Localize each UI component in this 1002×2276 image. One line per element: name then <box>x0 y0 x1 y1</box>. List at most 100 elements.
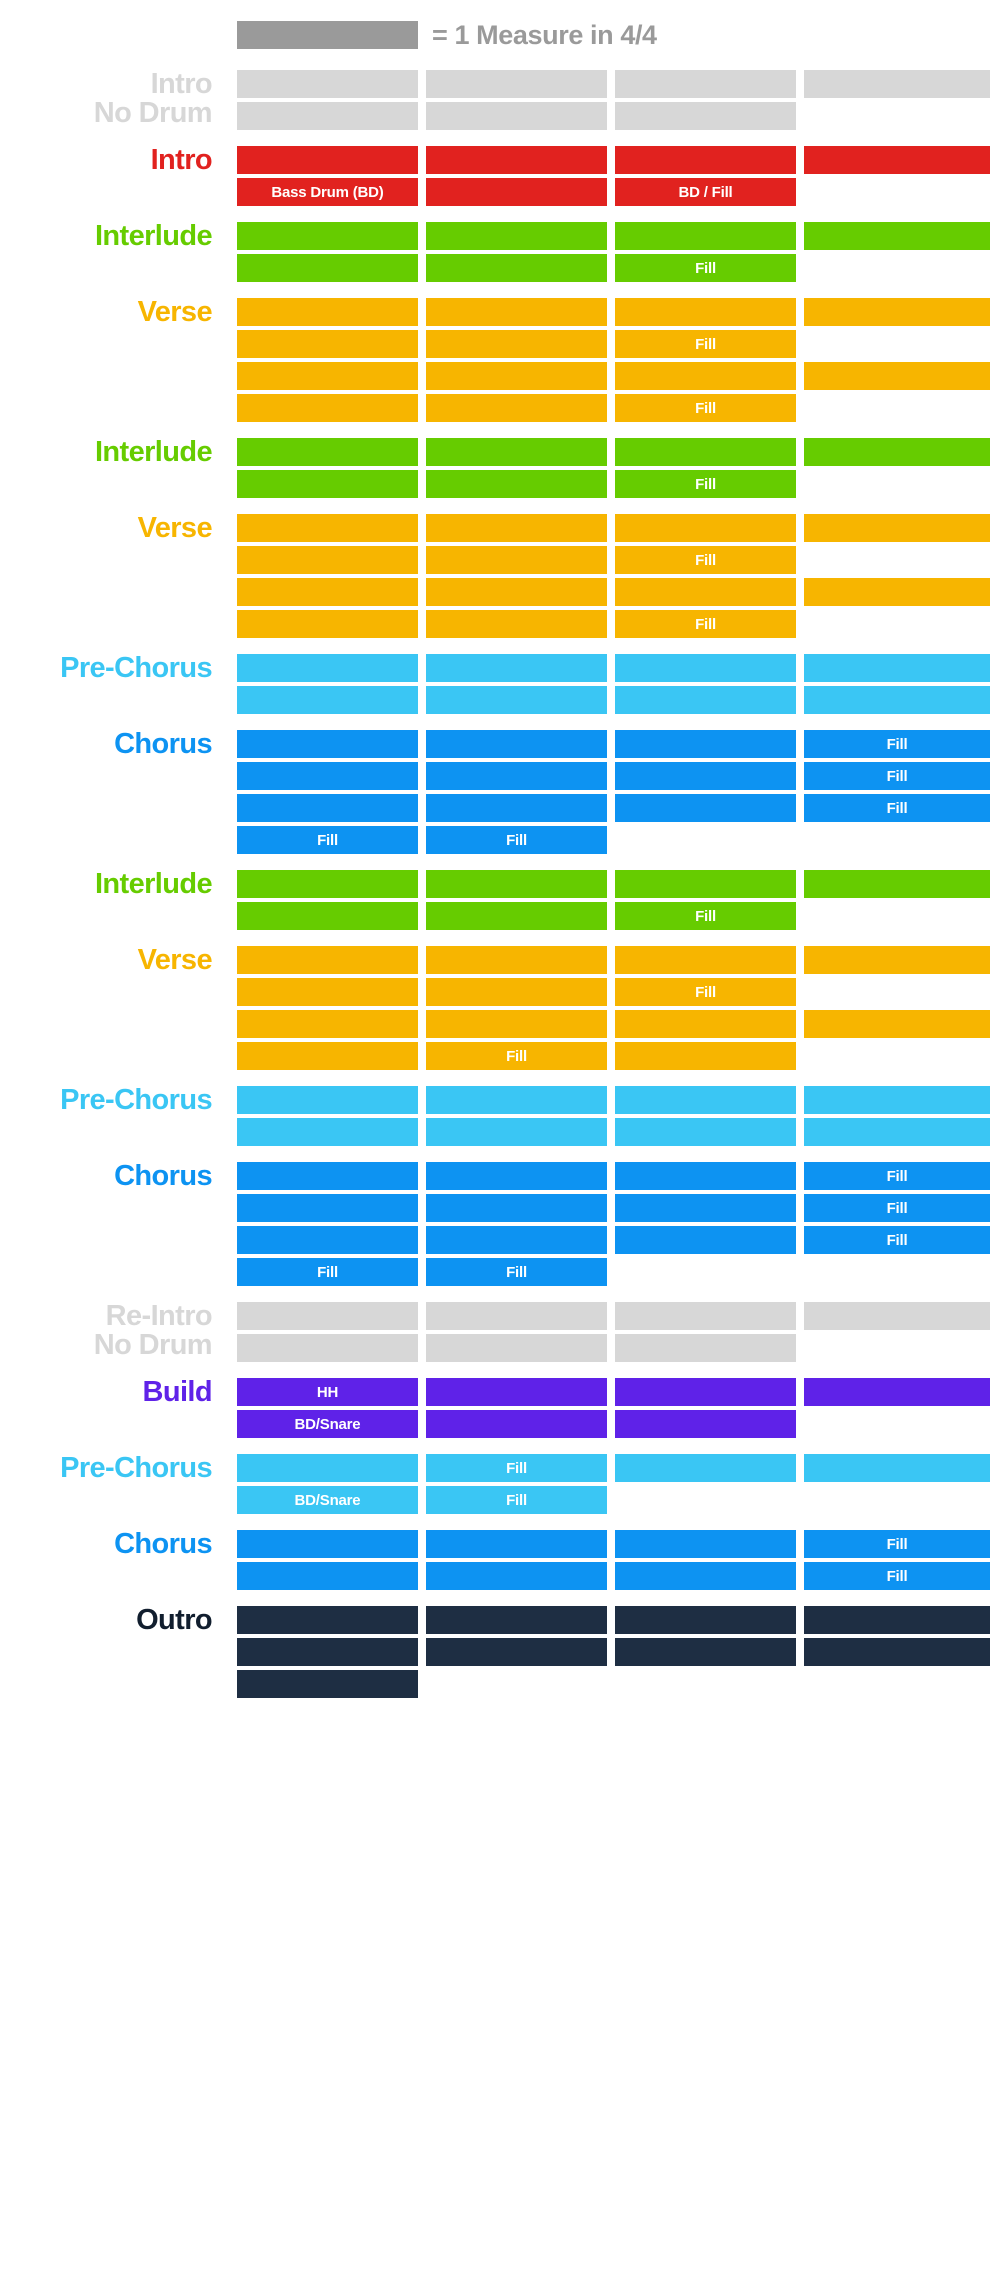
measure-cell[interactable] <box>615 1378 796 1406</box>
measure-cell[interactable] <box>237 394 418 422</box>
measure-cell[interactable] <box>426 978 607 1006</box>
measure-cell-labeled[interactable]: Fill <box>426 1486 607 1514</box>
measure-cell-labeled[interactable]: Fill <box>426 1258 607 1286</box>
measure-cell-labeled[interactable]: Fill <box>426 826 607 854</box>
measure-cell[interactable] <box>237 514 418 542</box>
measure-cell[interactable] <box>615 870 796 898</box>
measure-cell[interactable] <box>426 1118 607 1146</box>
measure-cell-labeled[interactable]: Fill <box>804 1226 990 1254</box>
measure-cell[interactable] <box>804 686 990 714</box>
measure-cell[interactable] <box>426 870 607 898</box>
measure-cell[interactable] <box>615 946 796 974</box>
measure-cell[interactable] <box>615 1162 796 1190</box>
measure-cell[interactable] <box>426 362 607 390</box>
measure-cell-labeled[interactable]: Fill <box>615 978 796 1006</box>
measure-cell[interactable] <box>237 146 418 174</box>
measure-cell[interactable] <box>426 222 607 250</box>
measure-cell[interactable] <box>615 1410 796 1438</box>
measure-cell[interactable] <box>237 298 418 326</box>
measure-cell[interactable] <box>237 470 418 498</box>
measure-cell-labeled[interactable]: Fill <box>615 394 796 422</box>
measure-cell[interactable] <box>426 394 607 422</box>
measure-cell[interactable] <box>804 514 990 542</box>
measure-cell-labeled[interactable]: Fill <box>615 546 796 574</box>
measure-cell[interactable] <box>615 298 796 326</box>
measure-cell[interactable] <box>615 1334 796 1362</box>
measure-cell-labeled[interactable]: BD/Snare <box>237 1486 418 1514</box>
measure-cell[interactable] <box>804 298 990 326</box>
measure-cell[interactable] <box>804 362 990 390</box>
measure-cell[interactable] <box>426 1606 607 1634</box>
measure-cell[interactable] <box>237 1226 418 1254</box>
measure-cell[interactable] <box>237 1086 418 1114</box>
measure-cell-labeled[interactable]: Fill <box>615 254 796 282</box>
measure-cell[interactable] <box>615 70 796 98</box>
measure-cell[interactable] <box>426 70 607 98</box>
measure-cell[interactable] <box>615 1010 796 1038</box>
measure-cell-labeled[interactable]: HH <box>237 1378 418 1406</box>
measure-cell[interactable] <box>237 610 418 638</box>
measure-cell[interactable] <box>804 1010 990 1038</box>
measure-cell[interactable] <box>804 1606 990 1634</box>
measure-cell[interactable] <box>426 654 607 682</box>
measure-cell[interactable] <box>615 1638 796 1666</box>
measure-cell[interactable] <box>426 902 607 930</box>
measure-cell[interactable] <box>426 1010 607 1038</box>
measure-cell[interactable] <box>237 1562 418 1590</box>
measure-cell[interactable] <box>804 946 990 974</box>
measure-cell[interactable] <box>237 1118 418 1146</box>
measure-cell[interactable] <box>426 1226 607 1254</box>
measure-cell[interactable] <box>615 1606 796 1634</box>
measure-cell[interactable] <box>426 330 607 358</box>
measure-cell-labeled[interactable]: Fill <box>426 1042 607 1070</box>
measure-cell[interactable] <box>426 102 607 130</box>
measure-cell[interactable] <box>237 654 418 682</box>
measure-cell[interactable] <box>237 362 418 390</box>
measure-cell[interactable] <box>615 1302 796 1330</box>
measure-cell-labeled[interactable]: Fill <box>237 826 418 854</box>
measure-cell[interactable] <box>426 438 607 466</box>
measure-cell-labeled[interactable]: Fill <box>426 1454 607 1482</box>
measure-cell[interactable] <box>237 1042 418 1070</box>
measure-cell-labeled[interactable]: Fill <box>804 794 990 822</box>
measure-cell[interactable] <box>237 1162 418 1190</box>
measure-cell[interactable] <box>615 730 796 758</box>
measure-cell[interactable] <box>804 870 990 898</box>
measure-cell[interactable] <box>804 1454 990 1482</box>
measure-cell[interactable] <box>804 1118 990 1146</box>
measure-cell[interactable] <box>426 254 607 282</box>
measure-cell[interactable] <box>426 730 607 758</box>
measure-cell[interactable] <box>426 762 607 790</box>
measure-cell[interactable] <box>426 794 607 822</box>
measure-cell[interactable] <box>426 1302 607 1330</box>
measure-cell[interactable] <box>426 1334 607 1362</box>
measure-cell[interactable] <box>237 686 418 714</box>
measure-cell[interactable] <box>804 1302 990 1330</box>
measure-cell[interactable] <box>426 1410 607 1438</box>
measure-cell-labeled[interactable]: Fill <box>615 470 796 498</box>
measure-cell[interactable] <box>426 546 607 574</box>
measure-cell[interactable] <box>426 1162 607 1190</box>
measure-cell[interactable] <box>615 686 796 714</box>
measure-cell[interactable] <box>237 870 418 898</box>
measure-cell[interactable] <box>804 1378 990 1406</box>
measure-cell-labeled[interactable]: Fill <box>804 1530 990 1558</box>
measure-cell[interactable] <box>237 222 418 250</box>
measure-cell-labeled[interactable]: Fill <box>615 902 796 930</box>
measure-cell-labeled[interactable]: BD / Fill <box>615 178 796 206</box>
measure-cell[interactable] <box>426 1086 607 1114</box>
measure-cell[interactable] <box>426 578 607 606</box>
measure-cell[interactable] <box>237 1302 418 1330</box>
measure-cell[interactable] <box>237 946 418 974</box>
measure-cell[interactable] <box>615 102 796 130</box>
measure-cell[interactable] <box>804 1086 990 1114</box>
measure-cell[interactable] <box>615 1562 796 1590</box>
measure-cell-labeled[interactable]: Fill <box>804 1562 990 1590</box>
measure-cell[interactable] <box>615 1042 796 1070</box>
measure-cell[interactable] <box>426 1378 607 1406</box>
measure-cell[interactable] <box>426 1530 607 1558</box>
measure-cell[interactable] <box>237 1010 418 1038</box>
measure-cell[interactable] <box>237 902 418 930</box>
measure-cell[interactable] <box>237 330 418 358</box>
measure-cell[interactable] <box>615 438 796 466</box>
